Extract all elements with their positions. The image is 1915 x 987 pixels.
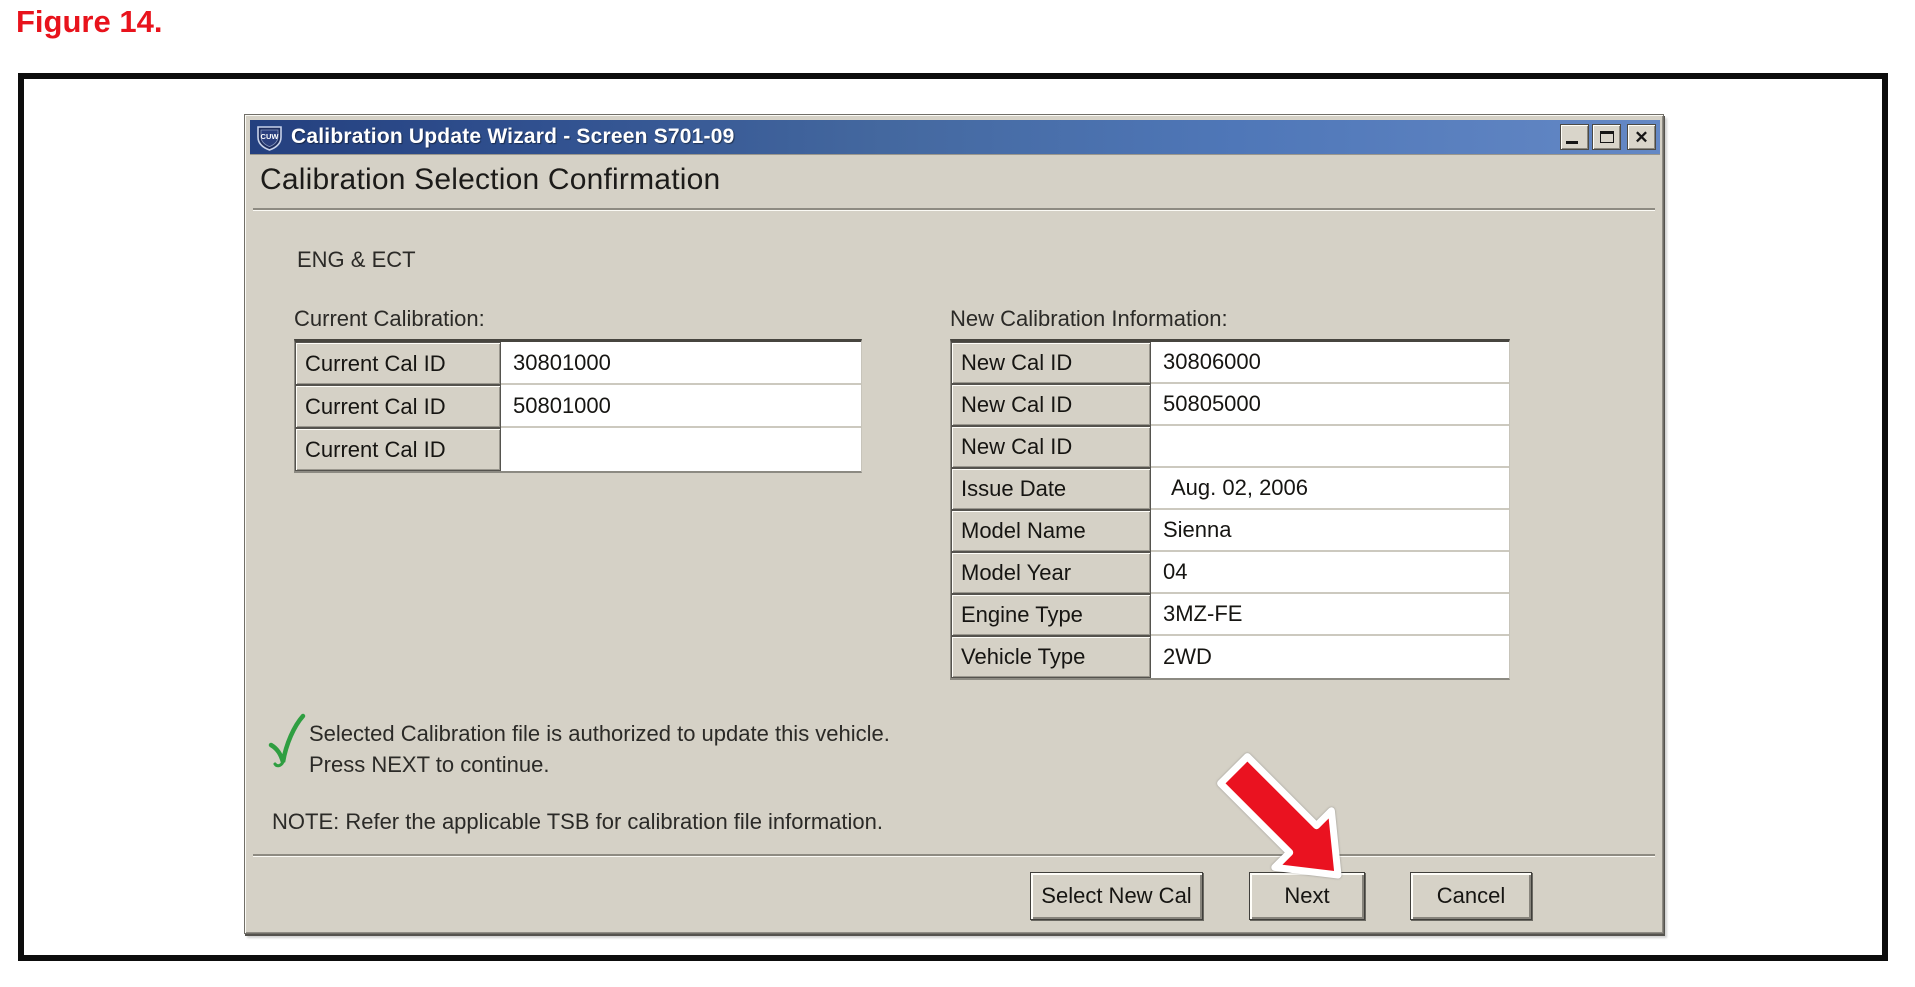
status-message: Selected Calibration file is authorized …	[309, 718, 890, 780]
table-row: Current Cal ID 50801000	[295, 385, 861, 428]
select-new-cal-button[interactable]: Select New Cal	[1030, 872, 1203, 920]
close-button[interactable]: ✕	[1627, 124, 1656, 150]
status-line-1: Selected Calibration file is authorized …	[309, 718, 890, 749]
note-text: NOTE: Refer the applicable TSB for calib…	[272, 809, 883, 835]
row-value	[1151, 426, 1509, 468]
table-row: Model Name Sienna	[951, 510, 1509, 552]
new-calibration-caption: New Calibration Information:	[950, 306, 1228, 332]
row-label: New Cal ID	[951, 426, 1151, 468]
row-value: 50805000	[1151, 384, 1509, 426]
status-line-2: Press NEXT to continue.	[309, 749, 890, 780]
heading-divider	[253, 208, 1655, 211]
system-label: ENG & ECT	[297, 247, 416, 273]
row-label: Current Cal ID	[295, 428, 501, 471]
row-value: 3MZ-FE	[1151, 594, 1509, 636]
current-calibration-table: Current Cal ID 30801000 Current Cal ID 5…	[294, 339, 862, 473]
cuw-shield-icon: CUW	[256, 124, 283, 151]
maximize-icon	[1600, 131, 1614, 143]
calibration-update-wizard-window: CUW Calibration Update Wizard - Screen S…	[244, 114, 1664, 934]
figure-border-frame: CUW Calibration Update Wizard - Screen S…	[18, 73, 1888, 961]
table-row: Vehicle Type 2WD	[951, 636, 1509, 678]
maximize-button[interactable]	[1592, 124, 1621, 150]
close-icon: ✕	[1634, 129, 1648, 146]
cancel-button[interactable]: Cancel	[1410, 872, 1532, 920]
window-titlebar[interactable]: CUW Calibration Update Wizard - Screen S…	[250, 120, 1660, 155]
minimize-button[interactable]	[1560, 124, 1589, 150]
row-value: 2WD	[1151, 636, 1509, 678]
current-calibration-caption: Current Calibration:	[294, 306, 485, 332]
row-label: Model Year	[951, 552, 1151, 594]
new-calibration-table: New Cal ID 30806000 New Cal ID 50805000 …	[950, 339, 1510, 680]
row-label: Vehicle Type	[951, 636, 1151, 678]
row-label: Current Cal ID	[295, 342, 501, 385]
row-value: Sienna	[1151, 510, 1509, 552]
row-value: 30801000	[501, 342, 861, 385]
table-row: Model Year 04	[951, 552, 1509, 594]
row-value: 50801000	[501, 385, 861, 428]
button-area-divider	[253, 854, 1655, 857]
green-checkmark-icon	[267, 712, 307, 770]
table-row: New Cal ID 30806000	[951, 342, 1509, 384]
figure-caption: Figure 14.	[16, 4, 162, 40]
svg-text:CUW: CUW	[261, 132, 280, 141]
row-label: New Cal ID	[951, 384, 1151, 426]
red-arrow-icon	[1202, 748, 1352, 890]
page-title: Calibration Selection Confirmation	[260, 163, 720, 197]
row-label: Issue Date	[951, 468, 1151, 510]
row-label: Engine Type	[951, 594, 1151, 636]
table-row: Current Cal ID	[295, 428, 861, 471]
row-label: New Cal ID	[951, 342, 1151, 384]
table-row: New Cal ID 50805000	[951, 384, 1509, 426]
minimize-icon	[1566, 141, 1578, 144]
table-row: Issue Date Aug. 02, 2006	[951, 468, 1509, 510]
row-value: 04	[1151, 552, 1509, 594]
row-value: Aug. 02, 2006	[1151, 468, 1509, 510]
row-value	[501, 428, 861, 471]
row-label: Model Name	[951, 510, 1151, 552]
table-row: Current Cal ID 30801000	[295, 342, 861, 385]
table-row: New Cal ID	[951, 426, 1509, 468]
window-title: Calibration Update Wizard - Screen S701-…	[291, 125, 1560, 149]
row-value: 30806000	[1151, 342, 1509, 384]
table-row: Engine Type 3MZ-FE	[951, 594, 1509, 636]
row-label: Current Cal ID	[295, 385, 501, 428]
